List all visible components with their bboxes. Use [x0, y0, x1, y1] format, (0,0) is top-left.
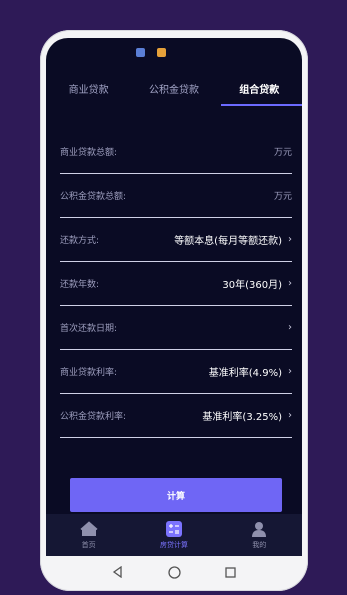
- tab-commercial-loan[interactable]: 商业贷款: [46, 78, 131, 110]
- phone-frame: 商业贷款 公积金贷款 组合贷款 商业贷款总额: 万元 公积金贷款总额: 万元 还…: [40, 30, 308, 591]
- back-icon[interactable]: [112, 566, 124, 578]
- chevron-right-icon: ›: [288, 234, 292, 245]
- system-nav-bar: [40, 557, 308, 587]
- recents-icon[interactable]: [225, 566, 236, 578]
- fund-rate-row[interactable]: 公积金贷款利率: 基准利率(3.25%) ›: [60, 394, 292, 438]
- home-icon: [80, 521, 98, 536]
- bottom-nav: 首页 房贷计算 我的: [46, 514, 302, 556]
- years-value: 30年(360月): [222, 280, 282, 291]
- fund-rate-value: 基准利率(3.25%): [202, 412, 282, 423]
- fund-total-label: 公积金贷款总额:: [60, 192, 127, 202]
- nav-home[interactable]: 首页: [46, 514, 131, 556]
- page-background: 商业贷款 公积金贷款 组合贷款 商业贷款总额: 万元 公积金贷款总额: 万元 还…: [0, 0, 347, 595]
- nav-mortgage-calc-label: 房贷计算: [159, 541, 188, 549]
- fund-total-unit: 万元: [273, 192, 292, 202]
- chevron-right-icon: ›: [288, 366, 292, 377]
- nav-home-label: 首页: [81, 541, 96, 549]
- years-label: 还款年数:: [60, 280, 100, 290]
- fund-total-row[interactable]: 公积金贷款总额: 万元: [60, 174, 292, 218]
- calculator-icon: [165, 521, 182, 537]
- fund-rate-label: 公积金贷款利率:: [60, 412, 127, 422]
- loan-type-tabs: 商业贷款 公积金贷款 组合贷款: [46, 78, 302, 110]
- user-icon: [252, 522, 267, 537]
- tab-fund-loan[interactable]: 公积金贷款: [131, 78, 216, 110]
- home-circle-icon[interactable]: [168, 565, 181, 579]
- commercial-rate-row[interactable]: 商业贷款利率: 基准利率(4.9%) ›: [60, 350, 292, 394]
- tab-combined-loan[interactable]: 组合贷款: [217, 78, 302, 110]
- repay-method-label: 还款方式:: [60, 236, 100, 246]
- nav-profile-label: 我的: [252, 541, 267, 549]
- chevron-right-icon: ›: [288, 278, 292, 289]
- years-row[interactable]: 还款年数: 30年(360月) ›: [60, 262, 292, 306]
- chevron-right-icon: ›: [288, 410, 292, 421]
- app-screen: 商业贷款 公积金贷款 组合贷款 商业贷款总额: 万元 公积金贷款总额: 万元 还…: [46, 38, 302, 556]
- status-notification-icon: [157, 48, 166, 57]
- repay-method-value: 等额本息(每月等额还款): [174, 236, 282, 247]
- commercial-total-row[interactable]: 商业贷款总额: 万元: [60, 130, 292, 174]
- calculate-button[interactable]: 计算: [70, 478, 282, 512]
- nav-mortgage-calc[interactable]: 房贷计算: [131, 514, 216, 556]
- chevron-right-icon: ›: [288, 322, 292, 333]
- status-bar: [136, 48, 166, 57]
- commercial-total-unit: 万元: [273, 148, 292, 158]
- first-date-label: 首次还款日期:: [60, 324, 118, 334]
- repay-method-row[interactable]: 还款方式: 等额本息(每月等额还款) ›: [60, 218, 292, 262]
- commercial-total-label: 商业贷款总额:: [60, 148, 118, 158]
- first-date-row[interactable]: 首次还款日期: ›: [60, 306, 292, 350]
- loan-form: 商业贷款总额: 万元 公积金贷款总额: 万元 还款方式: 等额本息(每月等额还款…: [60, 130, 292, 438]
- status-app-icon: [136, 48, 145, 57]
- commercial-rate-value: 基准利率(4.9%): [208, 368, 282, 379]
- nav-profile[interactable]: 我的: [217, 514, 302, 556]
- commercial-rate-label: 商业贷款利率:: [60, 368, 118, 378]
